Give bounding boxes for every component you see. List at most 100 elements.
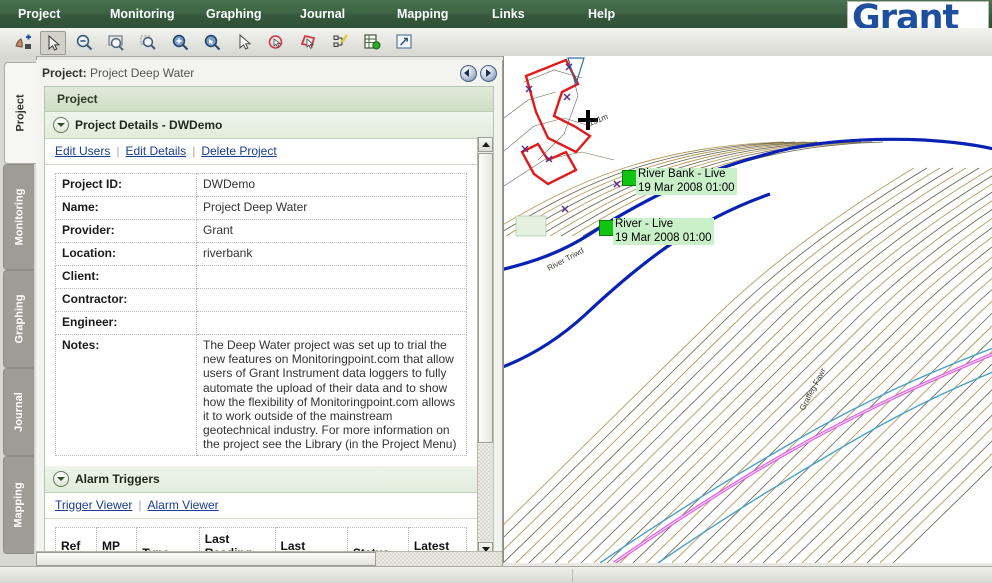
- menu-item-journal[interactable]: Journal: [290, 0, 355, 28]
- table-row: Name:Project Deep Water: [56, 197, 467, 220]
- project-card: Project Project Details - DWDemo Edit Us…: [44, 86, 494, 558]
- menu-item-monitoring[interactable]: Monitoring: [100, 0, 185, 28]
- polygon-select-icon[interactable]: [296, 31, 320, 53]
- link-separator: |: [110, 144, 125, 158]
- project-panel: Project: Project Deep Water Project Proj…: [36, 60, 503, 566]
- zoom-extent-icon[interactable]: [104, 31, 128, 53]
- detail-value: Grant: [197, 220, 467, 243]
- sidebar-tab-label: Mapping: [13, 482, 25, 527]
- application-window: Project Monitoring Graphing Journal Mapping L…: [0, 0, 992, 583]
- menu-item-help[interactable]: Help: [578, 0, 625, 28]
- map-marker[interactable]: River Bank - Live 19 Mar 2008 01:00: [622, 168, 737, 195]
- select-pointer-icon[interactable]: [40, 31, 66, 55]
- trigger-viewer-link[interactable]: Trigger Viewer: [55, 498, 132, 512]
- alarm-triggers-header[interactable]: Alarm Triggers: [45, 466, 493, 493]
- panel-title: Project: Project Deep Water: [42, 66, 194, 80]
- detail-value: riverbank: [197, 243, 467, 266]
- project-card-vertical-scrollbar[interactable]: [477, 137, 493, 557]
- next-page-button[interactable]: [480, 65, 497, 82]
- project-details-links: Edit Users|Edit Details|Delete Project: [45, 139, 493, 165]
- map-canvas: River TriwdGraffeg FawrValley Tip Road13…: [504, 56, 992, 563]
- edit-details-link[interactable]: Edit Details: [125, 144, 186, 158]
- detail-value: [197, 289, 467, 312]
- sidebar-tab-monitoring[interactable]: Monitoring: [3, 164, 34, 270]
- delete-project-link[interactable]: Delete Project: [201, 144, 276, 158]
- detail-key: Location:: [56, 243, 197, 266]
- project-details-heading-label: Project Details - DWDemo: [75, 112, 222, 138]
- vertical-scroll-thumb[interactable]: [478, 153, 493, 443]
- notes-value: The Deep Water project was set up to tri…: [197, 335, 467, 456]
- notes-key: Notes:: [56, 335, 197, 456]
- sidebar-tab-label: Monitoring: [13, 189, 25, 246]
- status-bar: [0, 566, 992, 583]
- panel-title-value: Project Deep Water: [90, 66, 194, 80]
- sidebar-tab-label: Graphing: [13, 295, 25, 344]
- detail-value: [197, 312, 467, 335]
- chevron-down-icon[interactable]: [53, 471, 69, 487]
- map-view[interactable]: River TriwdGraffeg FawrValley Tip Road13…: [503, 56, 992, 563]
- main-menu-bar: Project Monitoring Graphing Journal Mapping L…: [0, 0, 992, 29]
- detail-key: Client:: [56, 266, 197, 289]
- arrow-cursor-icon[interactable]: [232, 31, 256, 53]
- marker-label: River Bank - Live 19 Mar 2008 01:00: [636, 168, 737, 195]
- detail-key: Name:: [56, 197, 197, 220]
- zoom-box-icon[interactable]: [136, 31, 160, 53]
- marker-label: River - Live 19 Mar 2008 01:00: [613, 218, 714, 245]
- detail-key: Project ID:: [56, 174, 197, 197]
- marker-timestamp: 19 Mar 2008 01:00: [638, 182, 735, 196]
- zoom-in-icon[interactable]: [168, 31, 192, 53]
- panel-title-label: Project:: [42, 66, 87, 80]
- table-row: Project ID:DWDemo: [56, 174, 467, 197]
- sidebar-tab-label: Project: [15, 94, 27, 131]
- map-marker[interactable]: River - Live 19 Mar 2008 01:00: [599, 218, 714, 245]
- edit-users-link[interactable]: Edit Users: [55, 144, 110, 158]
- fullscreen-icon[interactable]: [392, 31, 416, 53]
- zoom-select-icon[interactable]: [200, 31, 224, 53]
- zoom-out-icon[interactable]: [72, 31, 96, 53]
- sidebar-tab-project[interactable]: Project: [4, 62, 37, 164]
- previous-page-button[interactable]: [460, 65, 477, 82]
- detail-value: Project Deep Water: [197, 197, 467, 220]
- link-separator: |: [186, 144, 201, 158]
- menu-item-links[interactable]: Links: [482, 0, 535, 28]
- project-details-header[interactable]: Project Details - DWDemo: [45, 112, 493, 139]
- marker-name: River Bank - Live: [638, 168, 726, 180]
- detail-key: Provider:: [56, 220, 197, 243]
- menu-item-graphing[interactable]: Graphing: [196, 0, 272, 28]
- table-row: Provider:Grant: [56, 220, 467, 243]
- status-segment-left: [0, 569, 573, 582]
- detail-value: DWDemo: [197, 174, 467, 197]
- module-tab-strip: Project Monitoring Graphing Journal Mapping: [0, 56, 37, 583]
- sidebar-tab-mapping[interactable]: Mapping: [3, 456, 34, 554]
- sidebar-tab-graphing[interactable]: Graphing: [3, 270, 34, 368]
- table-row: Location:riverbank: [56, 243, 467, 266]
- detail-key: Contractor:: [56, 289, 197, 312]
- sidebar-tab-label: Journal: [13, 392, 25, 432]
- table-row-notes: Notes:The Deep Water project was set up …: [56, 335, 467, 456]
- menu-item-project[interactable]: Project: [8, 0, 70, 28]
- marker-name: River - Live: [615, 218, 673, 230]
- horizontal-scroll-thumb[interactable]: [36, 552, 376, 566]
- vertical-scroll-track[interactable]: [478, 444, 493, 541]
- table-export-icon[interactable]: [360, 31, 384, 53]
- map-toolbar: [0, 28, 992, 57]
- measure-wand-icon[interactable]: [328, 31, 352, 53]
- sidebar-tab-journal[interactable]: Journal: [3, 368, 34, 456]
- chevron-down-icon[interactable]: [53, 117, 69, 133]
- status-segment-right: [573, 569, 992, 582]
- link-separator: |: [132, 498, 147, 512]
- marker-timestamp: 19 Mar 2008 01:00: [615, 232, 712, 246]
- circle-select-icon[interactable]: [264, 31, 288, 53]
- alarm-section-links: Trigger Viewer|Alarm Viewer: [45, 493, 493, 519]
- table-row: Client:: [56, 266, 467, 289]
- card-header: Project: [45, 87, 493, 112]
- project-panel-horizontal-scrollbar[interactable]: [36, 551, 502, 567]
- detail-value: [197, 266, 467, 289]
- project-details-table: Project ID:DWDemoName:Project Deep Water…: [55, 173, 467, 456]
- table-row: Engineer:: [56, 312, 467, 335]
- pan-add-icon[interactable]: [10, 31, 34, 53]
- alarm-viewer-link[interactable]: Alarm Viewer: [148, 498, 219, 512]
- menu-item-mapping[interactable]: Mapping: [387, 0, 458, 28]
- scroll-up-arrow-icon[interactable]: [478, 137, 493, 152]
- detail-key: Engineer:: [56, 312, 197, 335]
